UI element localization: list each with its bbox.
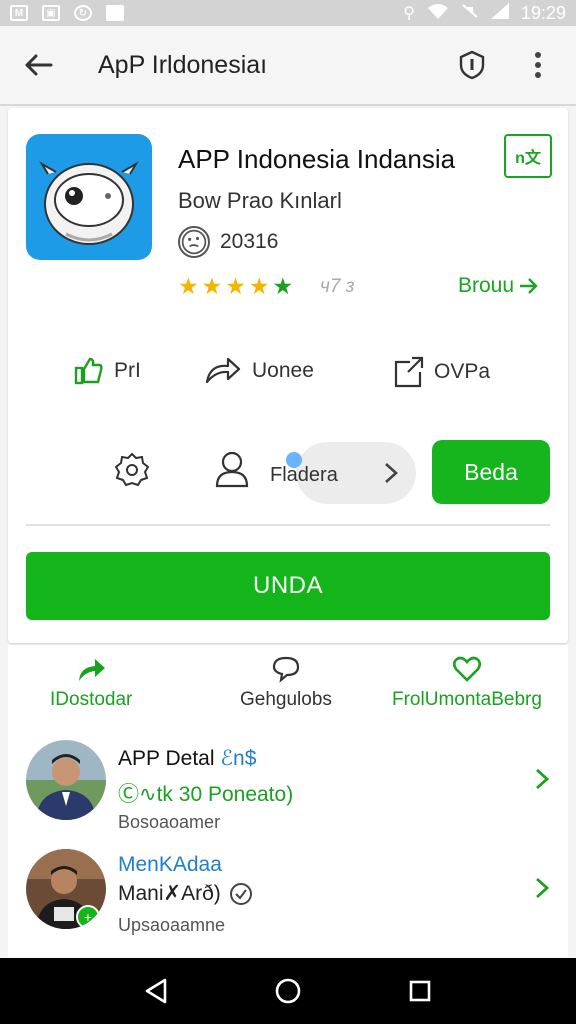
thumbs-up-icon	[74, 357, 103, 385]
status-time: 19:29	[520, 2, 566, 23]
primary-install-button[interactable]: UNDA	[26, 552, 550, 620]
image-icon: ▣	[42, 5, 60, 21]
nav-back-button[interactable]	[134, 969, 178, 1013]
tab-label: FrolUmontaBebrg	[392, 689, 542, 710]
avatar	[26, 740, 106, 820]
action-row: PrI Uonee OVPa	[8, 356, 568, 398]
robot-mascot-icon	[39, 161, 139, 245]
star-icon: ★	[225, 273, 246, 299]
person-icon	[215, 451, 249, 488]
chevron-right-icon	[385, 463, 398, 483]
list-item[interactable]: + MenKAdaa Mani✗Arð) Upsaoaamne	[8, 849, 568, 939]
browse-label: Brouu	[458, 274, 515, 297]
open-label: OVPa	[434, 360, 491, 383]
nfc-icon: ⚲	[403, 5, 415, 22]
star-icon: ★	[248, 273, 270, 299]
share-arrow-icon	[79, 659, 106, 681]
tab-label: IDostodar	[50, 689, 133, 710]
chevron-right-icon[interactable]	[532, 764, 552, 794]
tab-favorites[interactable]: FrolUmontaBebrg	[392, 655, 542, 711]
update-action[interactable]: Uonee	[204, 356, 314, 386]
badge-gear-button[interactable]	[114, 452, 150, 493]
signal-icon	[490, 2, 509, 24]
divider	[26, 524, 550, 526]
heart-icon	[452, 656, 482, 682]
status-bar: M ▣ ↻ ⚲ 19:29	[0, 0, 576, 26]
tab-downloader[interactable]: IDostodar	[50, 655, 132, 711]
downloads-row: 20316	[178, 226, 278, 258]
badge-gear-icon	[114, 452, 150, 487]
browse-link[interactable]: Brouu	[458, 274, 538, 298]
arrow-left-icon	[25, 54, 53, 76]
app-card: APP Indonesia Indansia n文 Bow Prao Kınla…	[8, 108, 568, 643]
online-badge: +	[76, 905, 100, 929]
developer-name[interactable]: Bow Prao Kınlarl	[178, 188, 342, 214]
shield-icon	[459, 50, 485, 80]
shield-button[interactable]	[454, 47, 490, 83]
item-meta: Ⓒ∿tk 30 Poneato)	[118, 783, 294, 806]
nav-home-button[interactable]	[266, 969, 310, 1013]
star-icon: ★	[272, 273, 294, 299]
more-vert-icon	[535, 52, 541, 78]
rating-value: ч7 з	[320, 276, 355, 297]
details-section: IDostodar Gehgulobs FrolUmontaBebrg APP …	[8, 645, 568, 957]
sync-icon: ↻	[74, 5, 92, 21]
item-title: APP Detal ℰn$	[118, 746, 256, 771]
like-action[interactable]: PrI	[74, 356, 141, 386]
star-icon: ★	[178, 273, 199, 299]
arrow-right-icon	[520, 278, 538, 294]
downloads-count: 20316	[220, 230, 279, 253]
like-label: PrI	[114, 359, 141, 382]
beda-button[interactable]: Beda	[432, 440, 550, 504]
tab-row: IDostodar Gehgulobs FrolUmontaBebrg	[8, 645, 568, 735]
star-icon: ★	[201, 273, 223, 299]
wifi-icon	[427, 3, 449, 24]
update-label: Uonee	[252, 359, 314, 382]
item-subtitle: Bosoaoamer	[118, 812, 221, 832]
item-meta: Mani✗Arð)	[118, 881, 253, 906]
chat-bubble-icon	[272, 656, 300, 683]
pill-label: Fladera	[270, 464, 338, 486]
avatar: +	[26, 849, 106, 929]
gmail-icon: M	[10, 5, 28, 21]
mute-icon	[461, 3, 479, 24]
back-button[interactable]	[16, 43, 60, 87]
item-meta-text: Mani✗Arð)	[118, 882, 221, 905]
app-name: APP Indonesia Indansia	[178, 144, 456, 174]
share-box-icon	[394, 356, 424, 388]
item-title: MenKAdaa	[118, 853, 222, 876]
item-title-suffix: ℰn$	[220, 747, 257, 770]
square-recents-icon	[409, 980, 431, 1002]
circle-home-icon	[275, 978, 301, 1004]
triangle-back-icon	[145, 978, 167, 1004]
share-arrow-icon	[205, 357, 241, 384]
more-options-button[interactable]	[520, 47, 556, 83]
tab-label: Gehgulobs	[240, 689, 332, 710]
nav-recents-button[interactable]	[398, 969, 442, 1013]
secondary-row: Fladera Beda	[8, 438, 568, 504]
face-icon	[178, 226, 210, 258]
star-rating: ★ ★ ★ ★ ★	[178, 274, 293, 298]
person-button[interactable]	[214, 450, 250, 493]
check-circle-icon	[229, 882, 252, 905]
open-action[interactable]: OVPa	[392, 356, 490, 388]
translate-badge[interactable]: n文	[504, 134, 552, 178]
square-icon	[106, 5, 124, 21]
item-subtitle: Upsaoaamne	[118, 915, 226, 935]
system-nav-bar	[0, 958, 576, 1024]
app-icon[interactable]	[26, 134, 152, 260]
tab-reviews[interactable]: Gehgulobs	[240, 655, 332, 711]
item-title-text: APP Detal	[118, 747, 215, 770]
app-bar: ApP Irldonesiaı	[0, 26, 576, 106]
page-title: ApP Irldonesiaı	[98, 50, 268, 79]
chevron-right-icon[interactable]	[532, 873, 552, 903]
list-item[interactable]: APP Detal ℰn$ Ⓒ∿tk 30 Poneato) Bosoaoame…	[8, 740, 568, 832]
